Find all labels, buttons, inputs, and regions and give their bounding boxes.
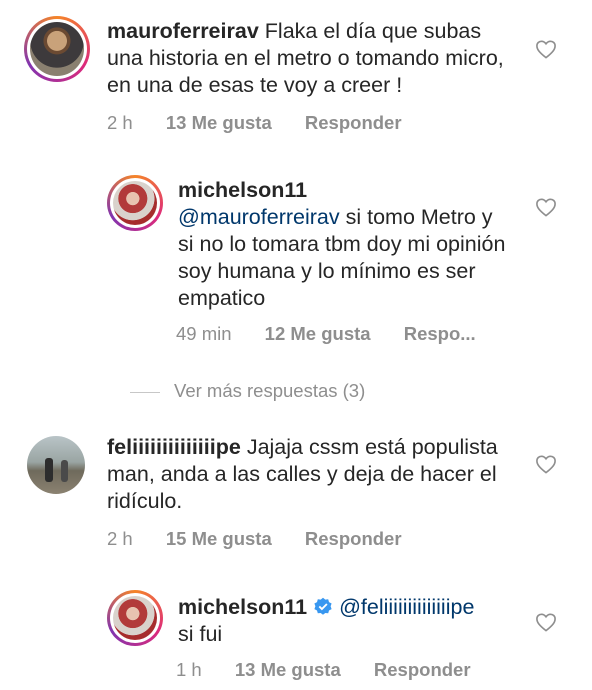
likes-button[interactable]: 13 Me gusta: [166, 112, 272, 133]
comment-username[interactable]: feliiiiiiiiiiiiiipe: [107, 435, 241, 459]
comment-meta: 1 h 13 Me gusta Responder: [176, 659, 499, 681]
comment-username[interactable]: michelson11: [178, 177, 502, 204]
heart-icon[interactable]: [535, 454, 557, 474]
comment-meta: 2 h 13 Me gusta Responder: [107, 112, 430, 134]
avatar[interactable]: [24, 16, 90, 82]
comment-time: 2 h: [107, 112, 133, 133]
mention-link[interactable]: @mauroferreirav: [178, 205, 340, 229]
avatar[interactable]: [107, 175, 163, 231]
comment-username[interactable]: michelson11: [178, 595, 307, 619]
reply-button[interactable]: Responder: [374, 659, 471, 680]
avatar[interactable]: [27, 436, 85, 494]
comment-time: 1 h: [176, 659, 202, 680]
comment-time: 2 h: [107, 528, 133, 549]
heart-icon[interactable]: [535, 197, 557, 217]
avatar[interactable]: [107, 590, 163, 646]
reply-button[interactable]: Responder: [305, 528, 402, 549]
comment-meta: 49 min 12 Me gusta Respo...: [176, 323, 504, 345]
reply-button[interactable]: Responder: [305, 112, 402, 133]
verified-badge-icon: [314, 597, 332, 615]
likes-button[interactable]: 12 Me gusta: [265, 323, 371, 344]
heart-icon[interactable]: [535, 612, 557, 632]
likes-button[interactable]: 15 Me gusta: [166, 528, 272, 549]
comment-username[interactable]: mauroferreirav: [107, 19, 259, 43]
likes-button[interactable]: 13 Me gusta: [235, 659, 341, 680]
heart-icon[interactable]: [535, 39, 557, 59]
comment-text: si fui: [178, 622, 223, 646]
view-more-label[interactable]: Ver más respuestas (3): [174, 380, 365, 401]
comment-time: 49 min: [176, 323, 232, 344]
comment-meta: 2 h 15 Me gusta Responder: [107, 528, 430, 550]
view-more-replies[interactable]: Ver más respuestas (3): [130, 380, 365, 402]
divider: [130, 391, 160, 393]
mention-link[interactable]: @feliiiiiiiiiiiiiipe: [339, 595, 474, 619]
reply-button[interactable]: Respo...: [404, 323, 476, 344]
